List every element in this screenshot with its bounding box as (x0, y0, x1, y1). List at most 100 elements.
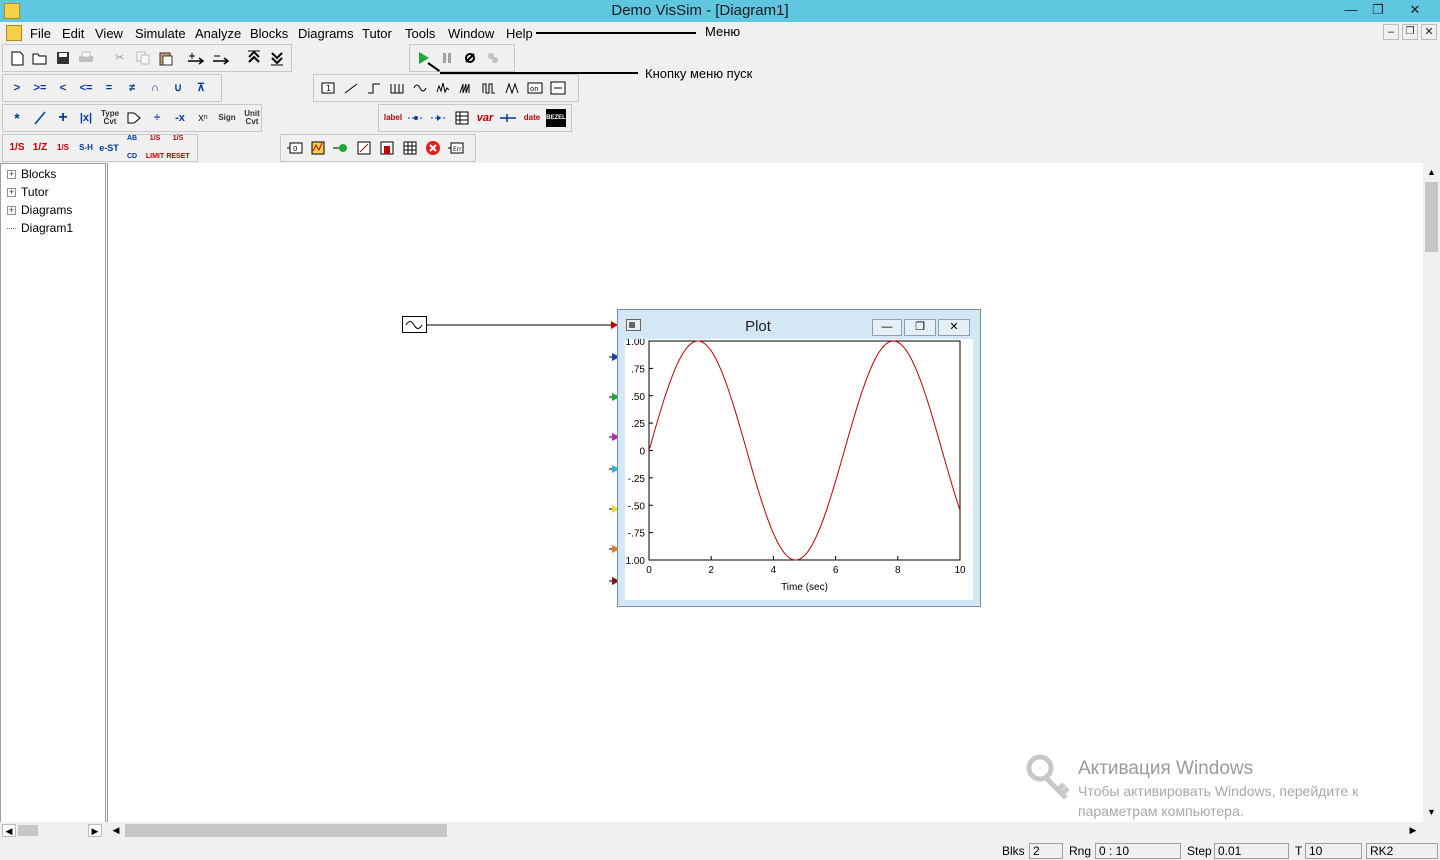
button-block-icon[interactable]: on (525, 79, 545, 97)
abs-block-icon[interactable]: |x| (76, 109, 96, 127)
sign-block-icon[interactable]: Sign (216, 109, 238, 127)
expand-icon[interactable]: + (7, 187, 16, 197)
scroll-right-icon[interactable]: ▶ (1407, 824, 1419, 837)
plot-block-icon[interactable] (308, 139, 328, 157)
step-block-icon[interactable] (364, 79, 384, 97)
mdi-minimize-icon[interactable]: – (1383, 24, 1399, 40)
greater-equal-block-icon[interactable]: >= (30, 79, 50, 97)
menu-help[interactable]: Help (506, 25, 533, 42)
greater-than-block-icon[interactable]: > (7, 79, 27, 97)
tree-item-diagram1[interactable]: Diagram1 (7, 219, 73, 237)
minimize-icon[interactable]: — (1336, 0, 1366, 20)
scroll-left-icon[interactable]: ◀ (110, 824, 122, 837)
and-block-icon[interactable]: ∩ (145, 79, 165, 97)
mdi-restore-icon[interactable]: ❐ (1402, 24, 1418, 40)
negate-block-icon[interactable]: -x (170, 109, 190, 127)
less-equal-block-icon[interactable]: <= (76, 79, 96, 97)
ramp-block-icon[interactable] (341, 79, 361, 97)
random-block-icon[interactable] (433, 79, 453, 97)
scroll-thumb[interactable] (1425, 182, 1438, 252)
date-block-icon[interactable]: date (521, 109, 543, 127)
state-space-icon[interactable]: AB CD (122, 135, 142, 160)
stop-block-icon[interactable] (423, 139, 443, 157)
menu-blocks[interactable]: Blocks (250, 25, 288, 42)
copy-icon[interactable] (133, 49, 153, 67)
connector-wire[interactable] (427, 320, 619, 330)
plot-minimize-icon[interactable]: — (872, 319, 902, 336)
step-icon[interactable] (460, 49, 480, 67)
bezel-block-icon[interactable]: BEZEL (546, 109, 566, 127)
menu-tools[interactable]: Tools (405, 25, 435, 42)
unit-convert-icon[interactable]: Unit Cvt (241, 109, 263, 127)
sinusoid-block-icon[interactable] (410, 79, 430, 97)
square-wave-icon[interactable] (479, 79, 499, 97)
const-block-icon[interactable]: 1 (318, 79, 338, 97)
save-icon[interactable] (53, 49, 73, 67)
expand-icon[interactable]: + (7, 169, 16, 179)
menu-window[interactable]: Window (448, 25, 494, 42)
or-block-icon[interactable]: ∪ (168, 79, 188, 97)
plot-close-icon[interactable]: ✕ (938, 319, 970, 336)
new-file-icon[interactable] (7, 49, 27, 67)
scroll-up-icon[interactable]: ▲ (1424, 166, 1439, 178)
scroll-right-icon[interactable]: ▶ (88, 824, 102, 837)
error-block-icon[interactable]: Err (446, 139, 466, 157)
less-than-block-icon[interactable]: < (53, 79, 73, 97)
tree-item-blocks[interactable]: + Blocks (7, 165, 56, 183)
menu-view[interactable]: View (95, 25, 123, 42)
tree-item-diagrams[interactable]: + Diagrams (7, 201, 72, 219)
pause-icon[interactable] (437, 49, 457, 67)
expand-icon[interactable]: + (7, 205, 16, 215)
mdi-close-icon[interactable]: ✕ (1421, 24, 1437, 40)
wireless-in-icon[interactable] (406, 109, 426, 127)
plot-block-window[interactable]: Plot — ❐ ✕ 1.00 .75 .50 .25 0 -.25 -.50 -.75 -1.… (617, 309, 981, 607)
open-folder-icon[interactable] (30, 49, 50, 67)
variable-block-icon[interactable]: var (475, 109, 495, 127)
transfer-function-icon[interactable]: 1/S (53, 139, 73, 157)
scroll-left-icon[interactable]: ◀ (2, 824, 16, 837)
menu-diagrams[interactable]: Diagrams (298, 25, 354, 42)
menu-edit[interactable]: Edit (62, 25, 84, 42)
display-block-icon[interactable]: 0 (285, 139, 305, 157)
add-connector-icon[interactable] (186, 49, 208, 67)
cut-icon[interactable]: ✂ (110, 49, 130, 67)
canvas-horizontal-scrollbar[interactable]: ◀ ▶ (107, 822, 1423, 839)
scroll-thumb[interactable] (125, 824, 447, 837)
table-block-icon[interactable] (452, 109, 472, 127)
restore-icon[interactable]: ❐ (1363, 0, 1393, 20)
equal-block-icon[interactable]: = (99, 79, 119, 97)
canvas-vertical-scrollbar[interactable]: ▲ ▼ (1423, 163, 1440, 823)
remove-connector-icon[interactable] (211, 49, 233, 67)
reset-integrator-icon[interactable]: 1/S RESET (166, 135, 189, 160)
sample-hold-icon[interactable]: S-H (76, 139, 96, 157)
scroll-thumb[interactable] (18, 825, 38, 836)
power-block-icon[interactable]: xn (193, 109, 213, 127)
close-icon[interactable]: ✕ (1400, 0, 1430, 20)
menu-simulate[interactable]: Simulate (135, 25, 186, 42)
light-block-icon[interactable] (331, 139, 351, 157)
scroll-down-icon[interactable]: ▼ (1424, 806, 1439, 818)
pulse-train-icon[interactable] (387, 79, 407, 97)
limited-integrator-icon[interactable]: 1/S LIMIT (145, 135, 165, 160)
tree-item-tutor[interactable]: + Tutor (7, 183, 49, 201)
paste-icon[interactable] (156, 49, 176, 67)
plot-maximize-icon[interactable]: ❐ (904, 319, 936, 336)
xor-block-icon[interactable]: ⊼ (191, 79, 211, 97)
divide-block-icon[interactable] (30, 109, 50, 127)
multiply-block-icon[interactable]: * (7, 109, 27, 127)
menu-file[interactable]: File (30, 25, 51, 42)
sinusoid-block[interactable] (402, 316, 427, 333)
triangle-wave-icon[interactable] (502, 79, 522, 97)
send-to-bottom-icon[interactable] (267, 49, 287, 67)
histogram-icon[interactable] (400, 139, 420, 157)
tree-horizontal-scrollbar[interactable]: ◀ ▶ (0, 822, 106, 839)
unit-delay-icon[interactable]: 1/Z (30, 139, 50, 157)
divide-op-icon[interactable]: ÷ (147, 109, 167, 127)
menu-analyze[interactable]: Analyze (195, 25, 241, 42)
wireless-out-icon[interactable] (429, 109, 449, 127)
slider-block-icon[interactable] (548, 79, 568, 97)
not-equal-block-icon[interactable]: ≠ (122, 79, 142, 97)
bring-to-top-icon[interactable] (244, 49, 264, 67)
summing-junction-icon[interactable]: + (53, 109, 73, 127)
integrator-block-icon[interactable]: 1/S (7, 139, 27, 157)
